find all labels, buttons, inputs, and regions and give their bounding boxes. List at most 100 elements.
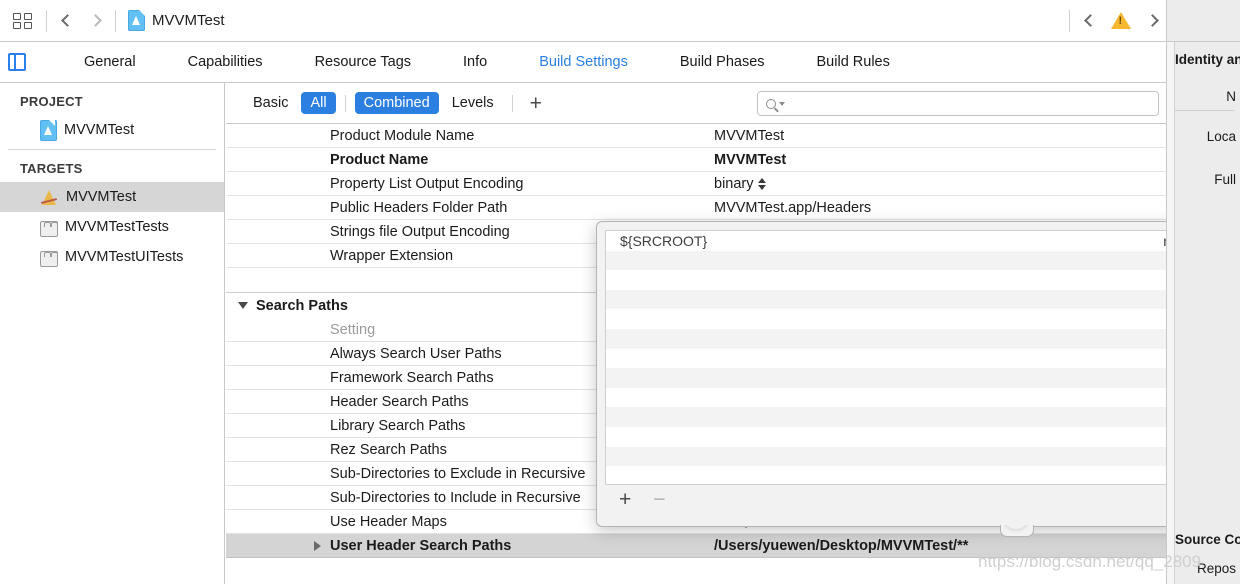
navigator-toggle-button[interactable] — [8, 6, 40, 36]
popover-empty-row[interactable] — [606, 328, 1238, 349]
breadcrumb[interactable]: MVVMTest — [128, 10, 225, 31]
xcode-window: MVVMTest General Capabilities Resource T… — [0, 0, 1240, 584]
tab-list: General Capabilities Resource Tags Info … — [58, 54, 916, 70]
popover-path-row[interactable]: ${SRCROOT} recursive — [606, 231, 1238, 251]
sidebar-item-target-mvvmtestuitests[interactable]: MVVMTestUITests — [0, 242, 224, 272]
popover-footer: + − — [605, 485, 1239, 513]
filter-all-button[interactable]: All — [301, 92, 336, 114]
setting-value[interactable]: /Users/yuewen/Desktop/MVVMTest/** — [714, 538, 968, 554]
search-icon — [766, 98, 776, 109]
chevron-right-icon — [88, 14, 102, 27]
popup-value: binary — [714, 175, 754, 192]
project-document-icon — [128, 10, 145, 31]
setting-value[interactable]: MVVMTest — [714, 128, 784, 144]
test-bundle-icon — [40, 220, 58, 237]
popover-empty-row[interactable] — [606, 466, 1238, 484]
app-target-icon — [40, 187, 59, 208]
add-path-button[interactable]: + — [619, 489, 631, 510]
setting-name: Public Headers Folder Path — [330, 199, 508, 216]
sidebar-item-label: MVVMTestUITests — [65, 249, 184, 265]
watermark-text: https://blog.csdn.net/qq_2809 — [978, 552, 1202, 571]
sidebar-item-target-mvvmtesttests[interactable]: MVVMTestTests — [0, 212, 224, 242]
table-row[interactable]: Product Name MVVMTest — [226, 148, 1166, 172]
popover-pointer — [997, 525, 1035, 540]
sidebar-item-label: MVVMTestTests — [65, 219, 169, 235]
setting-name: Rez Search Paths — [330, 441, 447, 458]
popover-path-list: ${SRCROOT} recursive — [605, 230, 1239, 485]
popover-empty-row[interactable] — [606, 309, 1238, 329]
popover-empty-row[interactable] — [606, 289, 1238, 310]
chevron-left-icon — [1083, 14, 1097, 27]
popover-empty-row[interactable] — [606, 427, 1238, 447]
toolbar-divider — [46, 9, 47, 32]
setting-name: Sub-Directories to Exclude in Recursive — [330, 465, 586, 482]
warning-triangle-icon[interactable] — [1111, 12, 1131, 29]
setting-name: Header Search Paths — [330, 393, 469, 410]
filter-combined-button[interactable]: Combined — [354, 92, 439, 114]
table-row[interactable]: Product Module Name MVVMTest — [226, 124, 1166, 148]
setting-name: Product Module Name — [330, 127, 475, 144]
filter-divider — [511, 94, 513, 112]
issue-navigation-group — [1063, 0, 1166, 41]
popover-empty-row[interactable] — [606, 446, 1238, 467]
popover-empty-row[interactable] — [606, 349, 1238, 369]
sidebar-item-target-mvvmtest[interactable]: MVVMTest — [0, 182, 224, 212]
setting-name: Library Search Paths — [330, 417, 466, 434]
popover-empty-row[interactable] — [606, 250, 1238, 271]
back-button[interactable] — [53, 6, 81, 36]
setting-value[interactable]: MVVMTest.app/Headers — [714, 200, 871, 216]
search-paths-popover: ${SRCROOT} recursive + − — [596, 221, 1240, 529]
inspector-full-path-label: Full — [1214, 172, 1236, 187]
tab-build-rules[interactable]: Build Rules — [791, 54, 916, 70]
sidebar-item-label: MVVMTest — [64, 122, 135, 138]
inspector-left-strip — [1167, 42, 1175, 584]
path-value[interactable]: ${SRCROOT} — [606, 233, 707, 249]
tab-info[interactable]: Info — [437, 54, 513, 70]
search-input[interactable] — [757, 91, 1159, 116]
setting-value[interactable]: MVVMTest — [714, 152, 786, 168]
setting-name: Wrapper Extension — [330, 247, 454, 264]
sidebar-toggle-icon[interactable] — [8, 53, 26, 71]
table-row[interactable]: Property List Output Encoding binary — [226, 172, 1166, 196]
setting-name: User Header Search Paths — [330, 537, 512, 554]
stepper-icon — [757, 177, 767, 191]
tab-general[interactable]: General — [58, 54, 162, 70]
grid-icon — [13, 12, 35, 30]
forward-button[interactable] — [81, 6, 109, 36]
toolbar-inspector-area — [1166, 0, 1240, 41]
breadcrumb-label: MVVMTest — [152, 12, 225, 29]
project-file-icon — [40, 119, 57, 141]
sidebar-item-project-mvvmtest[interactable]: MVVMTest — [0, 115, 224, 145]
inspector-location-label: Loca — [1206, 129, 1236, 144]
popover-empty-row[interactable] — [606, 368, 1238, 388]
popover-empty-row[interactable] — [606, 388, 1238, 408]
previous-issue-button[interactable] — [1076, 6, 1104, 36]
tab-build-settings[interactable]: Build Settings — [513, 54, 654, 70]
triangle-down-icon[interactable] — [238, 302, 248, 309]
remove-path-button[interactable]: − — [653, 489, 665, 510]
next-issue-button[interactable] — [1138, 6, 1166, 36]
tab-build-phases[interactable]: Build Phases — [654, 54, 791, 70]
setting-name: Property List Output Encoding — [330, 175, 524, 192]
add-setting-button[interactable]: + — [520, 93, 552, 114]
setting-name: Use Header Maps — [330, 513, 447, 530]
toolbar-divider — [1069, 9, 1070, 32]
chevron-left-icon — [60, 14, 74, 27]
toolbar-left-group: MVVMTest — [0, 0, 225, 41]
table-row[interactable]: Public Headers Folder Path MVVMTest.app/… — [226, 196, 1166, 220]
triangle-right-icon[interactable] — [314, 540, 321, 551]
sidebar-section-project: PROJECT — [20, 94, 83, 109]
setting-name: Framework Search Paths — [330, 369, 494, 386]
test-bundle-icon — [40, 250, 58, 267]
group-header-label: Search Paths — [256, 297, 348, 314]
popover-empty-row[interactable] — [606, 270, 1238, 290]
sidebar-section-targets: TARGETS — [20, 161, 83, 176]
filter-basic-button[interactable]: Basic — [244, 92, 297, 114]
setting-value-popup[interactable]: binary — [714, 176, 767, 192]
build-settings-filter-bar: Basic All Combined Levels + — [226, 83, 1166, 124]
filter-levels-button[interactable]: Levels — [443, 92, 503, 114]
popover-empty-row[interactable] — [606, 407, 1238, 427]
tab-capabilities[interactable]: Capabilities — [162, 54, 289, 70]
chevron-down-icon — [779, 101, 785, 106]
tab-resource-tags[interactable]: Resource Tags — [289, 54, 437, 70]
